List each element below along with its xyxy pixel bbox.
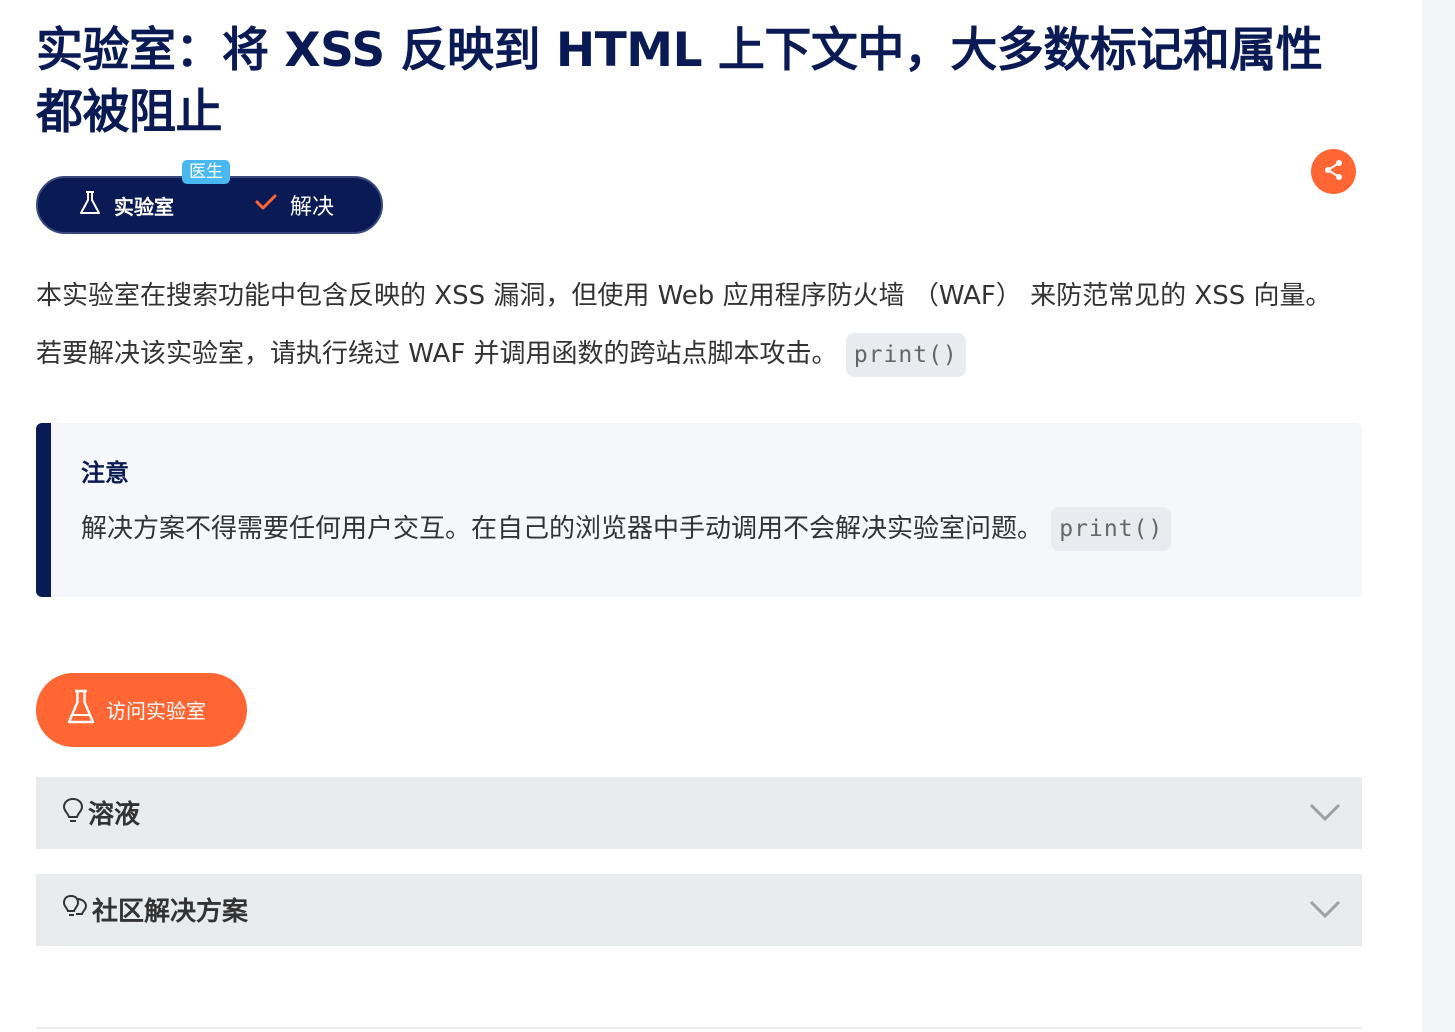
solved-status-label: 解决 <box>290 195 335 220</box>
flask-icon <box>78 190 102 221</box>
checkmark-icon <box>254 192 278 218</box>
code-snippet: print() <box>845 332 966 377</box>
community-solutions-accordion[interactable]: 社区解决方案 <box>36 873 1362 946</box>
code-snippet: print() <box>1051 507 1172 551</box>
lightbulbs-icon <box>62 894 88 926</box>
flask-icon <box>66 688 96 732</box>
lab-description: 本实验室在搜索功能中包含反映的 XSS 漏洞，但使用 Web 应用程序防火墙 （… <box>36 281 1332 311</box>
divider <box>36 1027 1362 1029</box>
share-icon <box>1323 159 1345 185</box>
note-heading: 注意 <box>81 458 129 487</box>
lab-objective-text: 若要解决该实验室，请执行绕过 WAF 并调用函数的跨站点脚本攻击。 <box>36 339 838 369</box>
lab-content: 实验室：将 XSS 反映到 HTML 上下文中，大多数标记和属性都被阻止 实验室 <box>36 20 1362 946</box>
lab-page: 实验室：将 XSS 反映到 HTML 上下文中，大多数标记和属性都被阻止 实验室 <box>0 0 1455 1032</box>
chevron-down-icon[interactable] <box>1308 896 1342 926</box>
accordion-label: 溶液 <box>88 800 141 830</box>
lab-meta-row: 实验室 解决 医生 <box>36 144 1362 254</box>
lab-type-segment: 实验室 <box>78 178 174 232</box>
page-title: 实验室：将 XSS 反映到 HTML 上下文中，大多数标记和属性都被阻止 <box>36 23 1323 140</box>
right-sidebar-rail <box>1422 0 1455 1032</box>
lab-objective: 若要解决该实验室，请执行绕过 WAF 并调用函数的跨站点脚本攻击。 print(… <box>36 332 1362 377</box>
note-callout: 注意 解决方案不得需要任何用户交互。在自己的浏览器中手动调用不会解决实验室问题。… <box>36 422 1362 597</box>
note-body: 解决方案不得需要任何用户交互。在自己的浏览器中手动调用不会解决实验室问题。 <box>81 513 1044 544</box>
lightbulb-icon <box>62 797 84 829</box>
chevron-down-icon[interactable] <box>1308 799 1342 829</box>
lab-status-pill: 实验室 解决 <box>36 176 383 234</box>
solution-accordion[interactable]: 溶液 <box>36 776 1362 849</box>
lab-type-label: 实验室 <box>114 194 174 219</box>
note-text: 解决方案不得需要任何用户交互。在自己的浏览器中手动调用不会解决实验室问题。 pr… <box>81 507 1332 551</box>
accordion-label: 社区解决方案 <box>92 897 249 927</box>
difficulty-badge: 医生 <box>182 160 230 184</box>
solved-status-segment: 解决 <box>254 178 334 232</box>
share-button[interactable] <box>1311 149 1356 194</box>
access-lab-button[interactable]: 访问实验室 <box>36 672 247 747</box>
access-lab-label: 访问实验室 <box>106 701 206 723</box>
